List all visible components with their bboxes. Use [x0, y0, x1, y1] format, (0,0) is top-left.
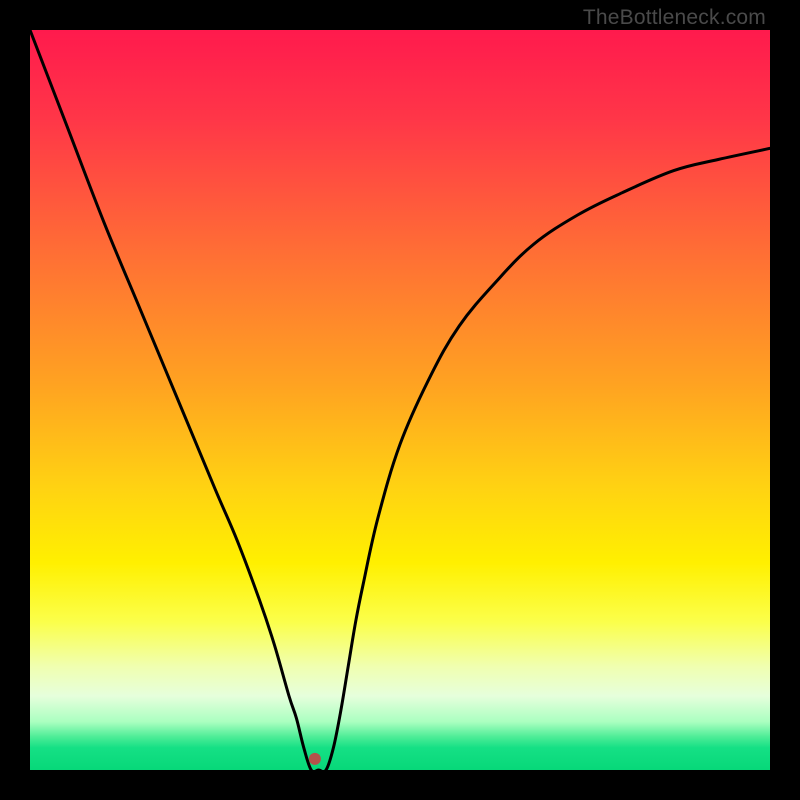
watermark-text: TheBottleneck.com [583, 6, 766, 30]
bottleneck-curve [30, 30, 770, 770]
chart-frame: TheBottleneck.com [0, 0, 800, 800]
curve-layer [30, 30, 770, 770]
plot-area [30, 30, 770, 770]
min-point-marker [309, 753, 321, 765]
